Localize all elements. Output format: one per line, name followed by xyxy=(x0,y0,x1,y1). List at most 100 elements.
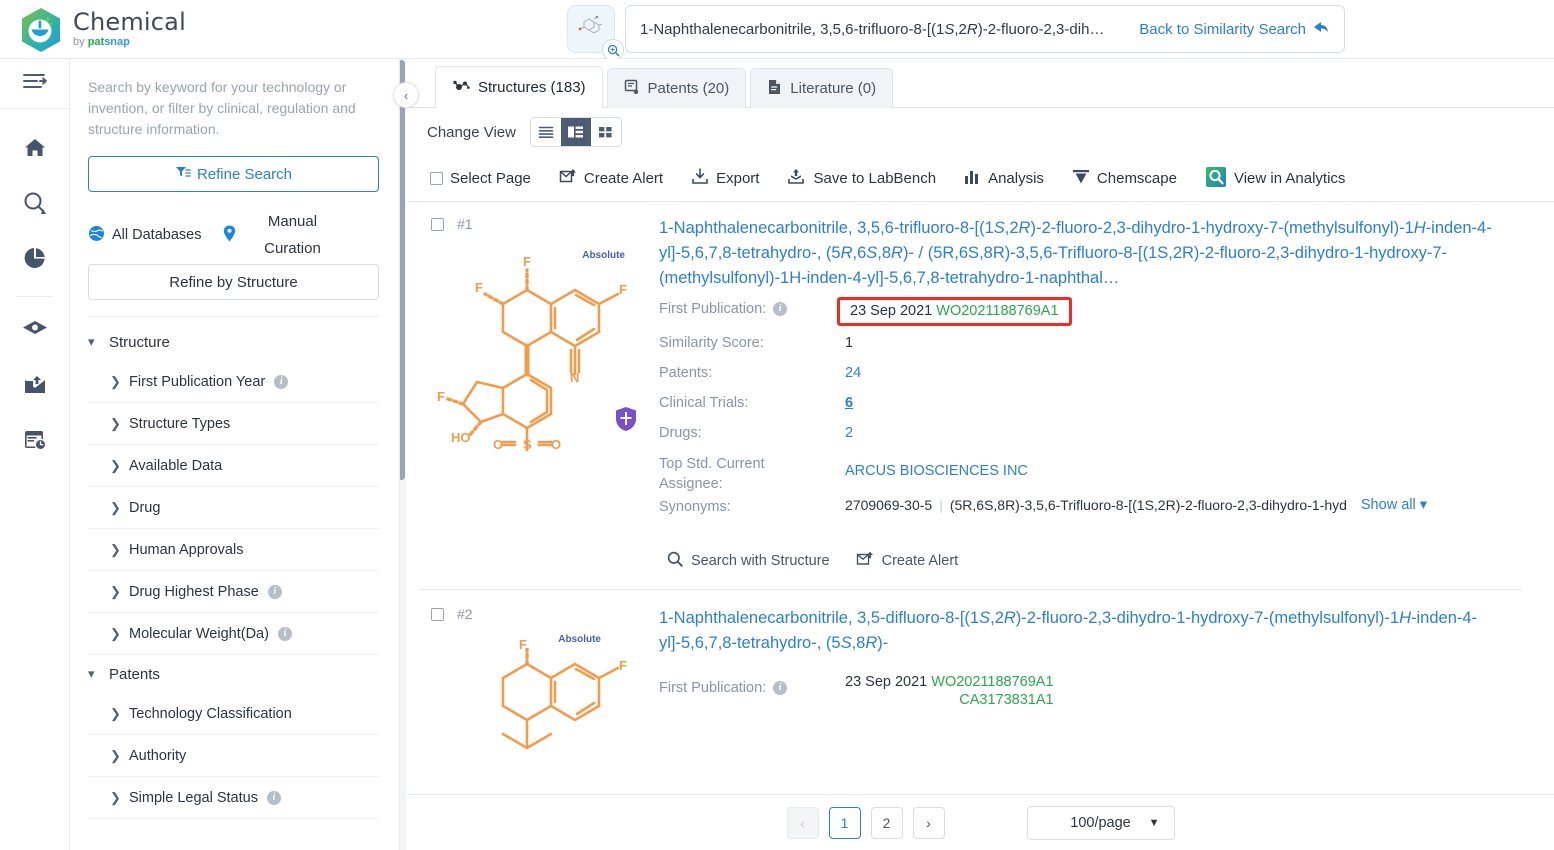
svg-text:F: F xyxy=(523,254,531,269)
info-icon[interactable]: i xyxy=(773,302,788,316)
search-icon xyxy=(667,551,683,571)
select-page-checkbox[interactable]: Select Page xyxy=(430,170,531,187)
search-icon xyxy=(22,190,48,221)
info-icon[interactable]: i xyxy=(266,790,281,805)
synonyms-text: 2709069-30-5 | (5R,6S,8R)-3,5,6-Trifluoro-… xyxy=(845,497,1347,513)
collapse-menu-icon xyxy=(22,71,48,96)
export-download-icon xyxy=(691,168,709,189)
field-patents-label: Patents: xyxy=(659,365,713,381)
filter-label: Structure Types xyxy=(129,415,231,432)
field-first-publication-label: First Publication: i xyxy=(659,299,845,317)
chemscape-button[interactable]: Chemscape xyxy=(1072,169,1177,189)
per-page-select[interactable]: 100/page ▼ xyxy=(1026,805,1175,840)
refine-by-structure-button[interactable]: Refine by Structure xyxy=(88,264,379,300)
brand-logo[interactable]: Chemical by patsnap xyxy=(20,7,186,52)
field-drugs: Drugs: 2 xyxy=(659,423,1534,453)
chevron-down-icon: ▾ xyxy=(88,666,95,681)
first-publication-line-1: 23 Sep 2021 WO2021188769A1 xyxy=(845,674,1054,690)
view-analytics-icon xyxy=(1205,166,1227,192)
view-in-analytics-button[interactable]: View in Analytics xyxy=(1205,166,1345,192)
export-button[interactable]: Export xyxy=(691,168,759,189)
synonyms-show-all-link[interactable]: Show all ▾ xyxy=(1361,497,1427,513)
pagination-next[interactable]: › xyxy=(912,806,945,839)
tab-literature[interactable]: Literature (0) xyxy=(750,68,894,108)
info-icon[interactable]: i xyxy=(267,584,282,599)
magnify-plus-icon[interactable] xyxy=(602,39,624,61)
pagination-page-2[interactable]: 2 xyxy=(870,806,903,839)
filter-structure-types[interactable]: ❯ Structure Types xyxy=(88,403,379,445)
filter-label: Authority xyxy=(129,747,187,764)
per-page-value: 100/page xyxy=(1070,814,1131,831)
result-2-checkbox[interactable] xyxy=(431,607,444,621)
rail-item-home[interactable] xyxy=(0,123,69,178)
result-1-actions: Search with Structure Create Alert xyxy=(667,551,1534,571)
top-header: Chemical by patsnap 1-Naphthalenecarboni… xyxy=(0,0,1554,61)
list-view-icon[interactable] xyxy=(530,118,561,146)
filter-funnel-icon xyxy=(175,165,191,183)
grid-view-icon[interactable] xyxy=(590,118,621,146)
rail-toggle-button[interactable] xyxy=(0,59,69,109)
detail-view-icon[interactable] xyxy=(560,118,591,146)
refine-search-label: Refine Search xyxy=(196,165,293,183)
filter-available-data[interactable]: ❯ Available Data xyxy=(88,445,379,487)
patent-doc-icon xyxy=(624,79,640,99)
filter-human-approvals[interactable]: ❯ Human Approvals xyxy=(88,529,379,571)
info-icon[interactable]: i xyxy=(277,626,292,641)
result-2-title[interactable]: 1-Naphthalenecarbonitrile, 3,5-difluoro-… xyxy=(659,606,1534,656)
refine-search-button[interactable]: Refine Search xyxy=(88,156,379,192)
result-1-patent-shield-icon[interactable] xyxy=(615,406,637,437)
rail-item-history[interactable] xyxy=(0,415,69,470)
rail-item-workspace[interactable] xyxy=(0,305,69,360)
result-1-title[interactable]: 1-Naphthalenecarbonitrile, 3,5,6-trifluo… xyxy=(659,216,1534,291)
filter-authority[interactable]: ❯ Authority xyxy=(88,735,379,777)
create-alert-button[interactable]: Create Alert xyxy=(559,168,663,189)
first-publication-number[interactable]: WO2021188769A1 xyxy=(931,674,1053,690)
tab-patents[interactable]: Patents (20) xyxy=(606,68,747,108)
chevron-right-icon: ❯ xyxy=(110,583,121,599)
filter-label: Drug Highest Phase xyxy=(129,583,259,600)
filter-simple-legal-status[interactable]: ❯ Simple Legal Status i xyxy=(88,777,379,819)
all-databases-selector[interactable]: All Databases xyxy=(88,225,201,246)
field-first-publication: First Publication: i 23 Sep 2021 WO20211… xyxy=(659,297,1534,333)
first-publication-number-2[interactable]: CA3173831A1 xyxy=(959,692,1053,708)
svg-text:F: F xyxy=(619,282,627,297)
save-to-labbench-button[interactable]: Save to LabBench xyxy=(787,168,936,189)
result-2-left: #2 Absolute F F xyxy=(419,606,659,762)
result-create-alert-button[interactable]: Create Alert xyxy=(856,551,958,571)
filter-molecular-weight[interactable]: ❯ Molecular Weight(Da) i xyxy=(88,613,379,655)
rail-item-upload[interactable] xyxy=(0,360,69,415)
filter-drug-highest-phase[interactable]: ❯ Drug Highest Phase i xyxy=(88,571,379,613)
filter-drug[interactable]: ❯ Drug xyxy=(88,487,379,529)
search-with-structure-button[interactable]: Search with Structure xyxy=(667,551,830,571)
result-1-structure-image[interactable]: Absolute F F F N F HO O O S xyxy=(419,232,649,451)
filter-technology-classification[interactable]: ❯ Technology Classification xyxy=(88,693,379,735)
field-first-publication-value: 23 Sep 2021 WO2021188769A1 xyxy=(837,297,1072,326)
back-to-similarity-search-link[interactable]: Back to Similarity Search xyxy=(1139,20,1330,39)
info-icon[interactable]: i xyxy=(274,374,289,389)
location-pin-icon[interactable] xyxy=(223,225,236,246)
analysis-button[interactable]: Analysis xyxy=(964,169,1044,189)
save-to-labbench-label: Save to LabBench xyxy=(813,170,937,187)
filter-group-structure[interactable]: ▾ Structure xyxy=(88,323,379,361)
info-icon[interactable]: i xyxy=(773,681,788,695)
pagination-prev[interactable]: ‹ xyxy=(786,806,819,839)
chevron-right-icon: ❯ xyxy=(110,747,121,763)
tab-structures[interactable]: Structures (183) xyxy=(435,66,603,108)
result-2-structure-image[interactable]: Absolute F F xyxy=(419,622,649,762)
filter-first-publication-year[interactable]: ❯ First Publication Year i xyxy=(88,361,379,403)
first-publication-number[interactable]: WO2021188769A1 xyxy=(936,303,1058,319)
analysis-label: Analysis xyxy=(988,170,1044,187)
structure-search-button[interactable] xyxy=(567,5,624,61)
svg-text:N: N xyxy=(570,370,579,385)
alert-bell-icon xyxy=(856,551,874,571)
chemical-hex-logo-icon xyxy=(20,7,62,52)
filter-group-patents[interactable]: ▾ Patents xyxy=(88,655,379,693)
search-input[interactable]: 1-Naphthalenecarbonitrile, 3,5,6-trifluo… xyxy=(625,5,1345,53)
home-icon xyxy=(23,136,47,165)
manual-curation-toggle[interactable]: Manual Curation xyxy=(246,208,338,262)
pagination-page-1[interactable]: 1 xyxy=(828,806,861,839)
result-1-checkbox[interactable] xyxy=(431,217,444,231)
rail-item-search[interactable] xyxy=(0,178,69,233)
rail-item-analytics[interactable] xyxy=(0,233,69,288)
sidebar-collapse-button[interactable]: ‹ xyxy=(393,82,419,108)
